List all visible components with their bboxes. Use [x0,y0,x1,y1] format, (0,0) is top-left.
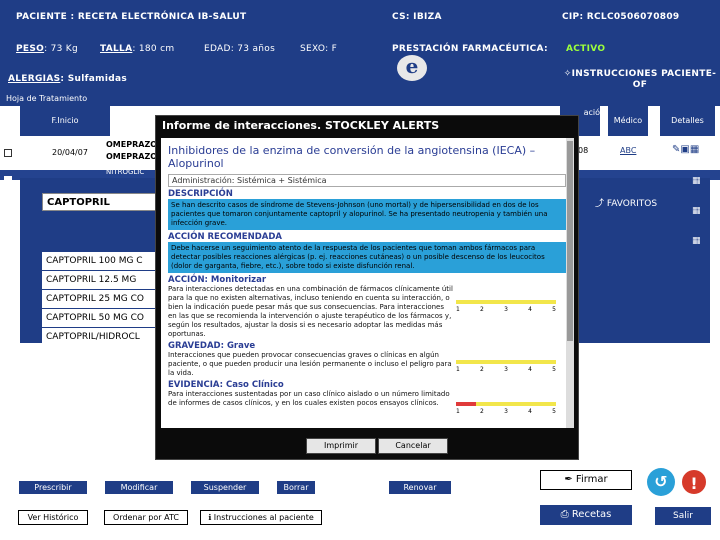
renovar-button[interactable]: Renovar [388,480,452,495]
prescribir-button[interactable]: Prescribir [18,480,88,495]
peso-field: PESO: 73 Kg [16,44,78,54]
dialog-title: Informe de interacciones. STOCKLEY ALERT… [162,119,440,132]
drug-search-input[interactable]: CAPTOPRIL [42,193,160,211]
col-detalles[interactable]: Detalles [660,106,715,136]
row-date: 20/04/07 [52,148,88,157]
pen-icon: ✒ [564,474,576,485]
recommended-action-text: Debe hacerse un seguimiento atento de la… [168,242,566,273]
prestacion-status: ACTIVO [566,44,606,54]
treatment-sheet-bar: Hoja de Tratamiento [0,92,720,106]
evidence-scale: 12345 [456,398,556,418]
instrucciones-paciente-button[interactable]: ℹ Instrucciones al paciente [200,510,322,525]
cancel-button[interactable]: Cancelar [378,438,448,454]
printer-icon: ⎙ [560,509,572,520]
drug-option[interactable]: CAPTOPRIL/HIDROCL [42,328,162,346]
row-checkbox[interactable] [4,236,12,244]
severity-heading: GRAVEDAD: Grave [168,341,256,351]
print-button[interactable]: Imprimir [306,438,376,454]
sexo-field: SEXO: F [300,44,338,54]
row-extra: 08 [578,146,589,155]
talla-field: TALLA: 180 cm [100,44,175,54]
borrar-button[interactable]: Borrar [276,480,316,495]
scale-numbers: 12345 [456,306,556,313]
ordenar-atc-button[interactable]: Ordenar por ATC [104,510,188,525]
cip-code: CIP: RCLC0506070809 [562,12,680,22]
drug-option[interactable]: CAPTOPRIL 12.5 MG [42,271,162,289]
row-drug: NITROGLIC [106,168,145,176]
severity-text: Interacciones que pueden provocar consec… [168,351,452,377]
action-scale: 12345 [456,296,556,316]
edad-field: EDAD: 73 años [204,44,276,54]
alergias-field: ALERGIAS: Sulfamidas [8,74,128,84]
recommended-action-heading: ACCIÓN RECOMENDADA [168,232,282,242]
description-heading: DESCRIPCIÓN [168,189,233,199]
row-checkbox[interactable] [4,206,12,214]
scrollbar-thumb[interactable] [567,141,573,341]
scale-bar [456,360,556,364]
col-medico[interactable]: Médico [608,106,648,136]
col-inicio[interactable]: F.Inicio [20,106,110,136]
detail-icon[interactable]: ▦ [692,236,701,246]
interaction-heading: Inhibidores de la enzima de conversión d… [168,144,536,170]
favoritos-link[interactable]: ⤴ FAVORITOS [595,196,657,209]
scale-bar [456,402,476,406]
drug-option[interactable]: CAPTOPRIL 25 MG CO [42,290,162,308]
health-center: CS: IBIZA [392,12,442,22]
row-checkbox[interactable] [4,149,12,157]
e-receta-logo-icon[interactable]: e [397,55,427,81]
modificar-button[interactable]: Modificar [104,480,174,495]
action-heading: ACCIÓN: Monitorizar [168,275,267,285]
ver-historico-button[interactable]: Ver Histórico [18,510,88,525]
suspender-button[interactable]: Suspender [190,480,260,495]
evidence-text: Para interacciones sustentadas por un ca… [168,390,450,407]
scale-numbers: 12345 [456,366,556,373]
description-text: Se han descrito casos de síndrome de Ste… [168,199,566,230]
scale-numbers: 12345 [456,408,556,415]
row-drug: OMEPRAZO [106,140,158,149]
firmar-button[interactable]: ✒ Firmar [540,470,632,490]
dialog-content: Inhibidores de la enzima de conversión d… [161,138,573,428]
prestacion-label: PRESTACIÓN FARMACÉUTICA: [392,44,548,54]
action-text: Para interacciones detectadas en una com… [168,285,453,338]
detail-icons[interactable]: ✎▣▦ [672,144,699,155]
instrucciones-paciente-link[interactable]: ✧INSTRUCCIONES PACIENTE-OF [560,69,720,91]
row-medico[interactable]: ABC [620,146,636,155]
severity-scale: 12345 [456,356,556,376]
alert-icon[interactable]: ! [680,468,708,496]
patient-header: PACIENTE : RECETA ELECTRÓNICA IB-SALUT C… [0,0,720,92]
sync-icon[interactable]: ↺ [647,468,675,496]
recetas-button[interactable]: ⎙ Recetas [540,505,632,525]
patient-name: PACIENTE : RECETA ELECTRÓNICA IB-SALUT [16,12,247,22]
salir-button[interactable]: Salir [655,507,711,525]
scale-bar [476,402,556,406]
row-checkbox[interactable] [4,176,12,184]
drug-option[interactable]: CAPTOPRIL 100 MG C [42,252,162,270]
dialog-scrollbar[interactable] [566,138,574,428]
detail-icon[interactable]: ▦ [692,206,701,216]
drug-option[interactable]: CAPTOPRIL 50 MG CO [42,309,162,327]
detail-icon[interactable]: ▦ [692,176,701,186]
administration-line: Administración: Sistémica + Sistémica [168,174,566,187]
evidence-heading: EVIDENCIA: Caso Clínico [168,380,284,390]
interactions-dialog: Informe de interacciones. STOCKLEY ALERT… [155,115,579,460]
scale-bar [456,300,556,304]
row-drug: OMEPRAZOL [106,152,163,161]
